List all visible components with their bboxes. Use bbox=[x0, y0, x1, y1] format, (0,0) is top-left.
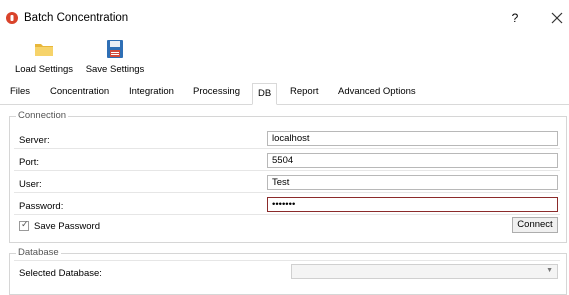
help-button[interactable]: ? bbox=[505, 8, 525, 28]
app-icon bbox=[6, 12, 18, 24]
close-icon[interactable] bbox=[548, 9, 566, 27]
database-select[interactable]: ▼ bbox=[291, 264, 558, 279]
tab-advanced-options[interactable]: Advanced Options bbox=[338, 86, 416, 97]
password-field[interactable]: ••••••• bbox=[267, 197, 558, 212]
user-field[interactable]: Test bbox=[267, 175, 558, 190]
chevron-down-icon: ▼ bbox=[546, 267, 553, 274]
server-field[interactable]: localhost bbox=[267, 131, 558, 146]
tab-processing[interactable]: Processing bbox=[193, 86, 240, 97]
tab-report[interactable]: Report bbox=[290, 86, 319, 97]
save-password-checkbox[interactable]: ✓ bbox=[19, 219, 29, 231]
row-divider bbox=[14, 214, 560, 215]
tab-integration[interactable]: Integration bbox=[129, 86, 174, 97]
port-label: Port: bbox=[19, 157, 40, 168]
toolbar: Load Settings Save Settings bbox=[0, 36, 569, 80]
user-label: User: bbox=[19, 179, 42, 190]
load-settings-button[interactable]: Load Settings bbox=[12, 36, 76, 78]
tab-concentration[interactable]: Concentration bbox=[50, 86, 109, 97]
save-settings-label: Save Settings bbox=[85, 64, 145, 75]
tab-bar: Files Concentration Integration Processi… bbox=[0, 82, 569, 105]
save-settings-button[interactable]: Save Settings bbox=[82, 36, 148, 78]
checkmark-icon: ✓ bbox=[21, 219, 29, 229]
row-divider bbox=[14, 148, 560, 149]
server-label: Server: bbox=[19, 135, 50, 146]
row-divider bbox=[14, 260, 560, 261]
port-field[interactable]: 5504 bbox=[267, 153, 558, 168]
row-divider bbox=[14, 170, 560, 171]
connect-button[interactable]: Connect bbox=[512, 217, 558, 233]
selected-database-label: Selected Database: bbox=[19, 268, 102, 279]
connection-group-title: Connection bbox=[16, 110, 69, 121]
tab-files[interactable]: Files bbox=[10, 86, 30, 97]
title-bar: Batch Concentration ? bbox=[0, 0, 569, 36]
row-divider bbox=[14, 192, 560, 193]
floppy-disk-icon bbox=[107, 40, 123, 58]
tab-db[interactable]: DB bbox=[252, 83, 278, 105]
folder-icon bbox=[35, 44, 53, 56]
save-password-label: Save Password bbox=[34, 221, 101, 232]
window-title: Batch Concentration bbox=[24, 12, 129, 24]
database-group-title: Database bbox=[16, 247, 61, 258]
load-settings-label: Load Settings bbox=[14, 64, 74, 75]
password-label: Password: bbox=[19, 201, 64, 212]
